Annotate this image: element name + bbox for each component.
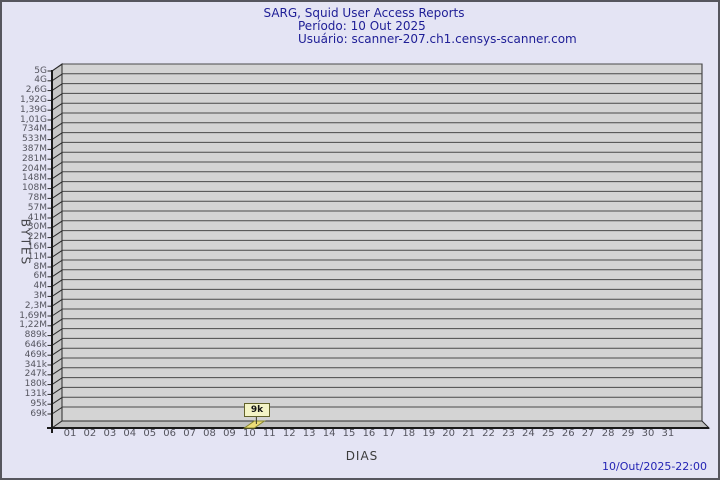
x-tick-label: 09 [223,428,236,439]
y-tick-label: 69k [30,408,47,419]
x-tick-label: 25 [541,428,555,439]
y-tick-label: 5G [34,65,47,76]
x-tick-label: 11 [262,428,276,439]
x-tick-label: 17 [382,428,396,439]
y-tick-label: 204M [22,163,47,174]
y-tick-label: 2,6G [25,85,47,96]
y-tick-label: 889k [24,330,47,341]
y-tick-label: 4M [33,281,48,292]
y-tick-label: 6M [33,271,48,282]
chart-floor [50,420,711,429]
x-tick-label: 22 [482,428,495,439]
y-tick-label: 469k [24,349,47,360]
x-tick-label: 14 [322,428,336,439]
x-tick-label: 18 [402,428,416,439]
x-tick-label: 08 [203,428,216,439]
y-tick-label: 2,3M [24,300,47,311]
generated-timestamp: 10/Out/2025-22:00 [601,460,707,473]
y-tick-label: 3M [33,290,48,301]
x-tick-label: 27 [581,428,595,439]
y-axis-title: BYTES [18,218,33,267]
x-tick-label: 13 [302,428,316,439]
bar-value-label: 9k [244,403,270,417]
x-tick-label: 31 [661,428,675,439]
x-tick-label: 30 [641,428,655,439]
x-tick-label: 26 [561,428,575,439]
y-tick-label: 387M [22,143,47,154]
x-tick-label: 21 [462,428,475,439]
x-tick-label: 01 [63,428,77,439]
y-tick-label: 108M [22,183,47,194]
x-tick-label: 16 [362,428,376,439]
y-tick-label: 1,69M [19,310,47,321]
x-tick-label: 05 [143,428,157,439]
x-tick-label: 19 [422,428,436,439]
sarg-report-image: SARG, Squid User Access Reports Período:… [0,0,720,480]
chart-canvas [47,63,711,433]
x-tick-label: 28 [601,428,615,439]
x-tick-label: 24 [522,428,535,439]
x-tick-label: 10 [242,428,256,439]
y-tick-label: 1,22M [19,320,47,331]
x-tick-label: 15 [342,428,356,439]
y-tick-label: 95k [30,398,47,409]
y-tick-label: 734M [22,124,47,135]
y-tick-label: 1,92G [19,94,47,105]
y-tick-label: 1,01G [19,114,47,125]
x-tick-label: 23 [502,428,515,439]
y-tick-label: 533M [22,134,47,145]
x-tick-label: 02 [83,428,97,439]
x-tick-label: 29 [621,428,635,439]
x-tick-label: 03 [103,428,117,439]
y-tick-label: 247k [24,369,47,380]
y-tick-label: 148M [22,173,47,184]
x-tick-label: 07 [183,428,196,439]
y-tick-label: 281M [22,153,47,164]
x-tick-label: 20 [442,428,456,439]
y-tick-label: 646k [24,339,47,350]
x-tick-label: 04 [123,428,137,439]
y-tick-label: 180k [24,379,47,390]
y-tick-label: 78M [27,192,47,203]
y-tick-label: 1,39G [19,104,47,115]
y-tick-label: 4G [34,75,47,86]
y-tick-label: 57M [27,202,47,213]
x-tick-label: 06 [163,428,176,439]
y-tick-label: 341k [24,359,47,370]
x-tick-label: 12 [282,428,296,439]
y-tick-label: 131k [24,388,47,399]
